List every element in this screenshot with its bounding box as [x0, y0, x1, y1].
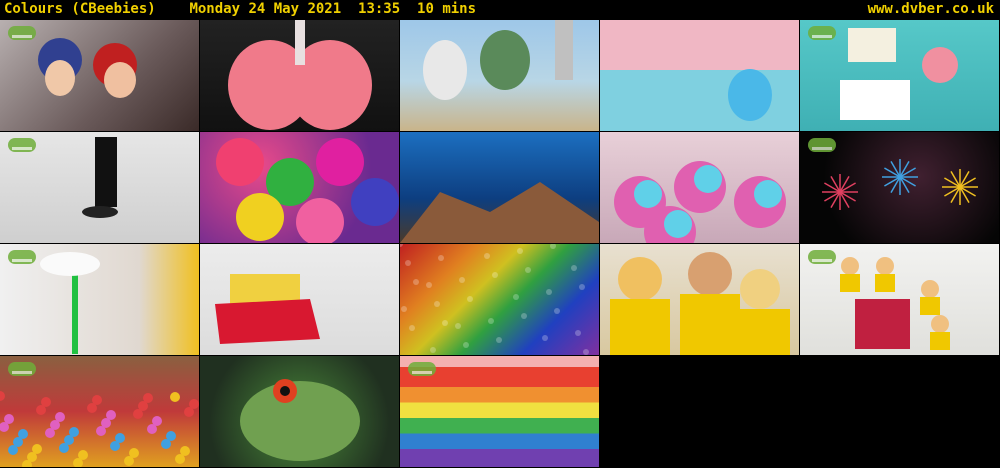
thumb-gumballs[interactable] — [200, 132, 399, 243]
cbeebies-logo-icon — [8, 250, 36, 264]
thumb-art — [400, 244, 589, 355]
thumb-credits-blue-creature[interactable] — [600, 20, 799, 131]
thumb-children-floor-art[interactable] — [800, 244, 999, 355]
thumb-art — [228, 20, 372, 130]
cbeebies-logo-icon — [8, 362, 36, 376]
cbeebies-logo-icon — [808, 26, 836, 40]
thumb-art — [215, 274, 320, 344]
thumb-rainbow-stripes[interactable] — [400, 356, 599, 467]
thumb-art — [423, 20, 573, 100]
thumb-chameleon[interactable] — [200, 356, 399, 467]
thumb-art — [728, 69, 772, 121]
thumb-rainbow-powder[interactable] — [400, 244, 599, 355]
thumb-feet-walking[interactable] — [0, 132, 199, 243]
thumb-lungs[interactable] — [200, 20, 399, 131]
thumb-art — [610, 252, 790, 355]
thumb-art — [216, 138, 399, 243]
cbeebies-logo-icon — [808, 138, 836, 152]
thumb-cartoon-boys-car[interactable] — [0, 20, 199, 131]
thumb-rainbow-cupcakes[interactable] — [600, 132, 799, 243]
programme-title: Colours (CBeebies) Monday 24 May 2021 13… — [4, 1, 476, 17]
thumb-green-liquid-pour[interactable] — [0, 244, 199, 355]
date-label: Monday 24 May 2021 — [189, 1, 342, 17]
thumb-art — [400, 182, 599, 243]
thumbnail-grid — [0, 20, 1000, 468]
thumb-story-time-menu[interactable] — [800, 20, 999, 131]
site-link[interactable]: www.dvber.co.uk — [868, 1, 994, 17]
duration-label: 10 mins — [417, 1, 477, 17]
thumb-fireworks[interactable] — [800, 132, 999, 243]
thumb-cartoon-robots[interactable] — [400, 20, 599, 131]
time-label: 13:35 — [358, 1, 401, 17]
thumb-holi-crowd[interactable] — [0, 356, 199, 467]
thumb-children-painting[interactable] — [600, 244, 799, 355]
header-bar: Colours (CBeebies) Monday 24 May 2021 13… — [0, 0, 1000, 20]
cbeebies-logo-icon — [408, 362, 436, 376]
thumb-coral-reef[interactable] — [400, 132, 599, 243]
cbeebies-logo-icon — [808, 250, 836, 264]
thumb-art — [614, 161, 786, 243]
channel-label: Colours (CBeebies) — [4, 1, 156, 17]
cbeebies-logo-icon — [8, 138, 36, 152]
thumb-art — [240, 379, 360, 461]
thumb-sponge-red-paint[interactable] — [200, 244, 399, 355]
cbeebies-logo-icon — [8, 26, 36, 40]
